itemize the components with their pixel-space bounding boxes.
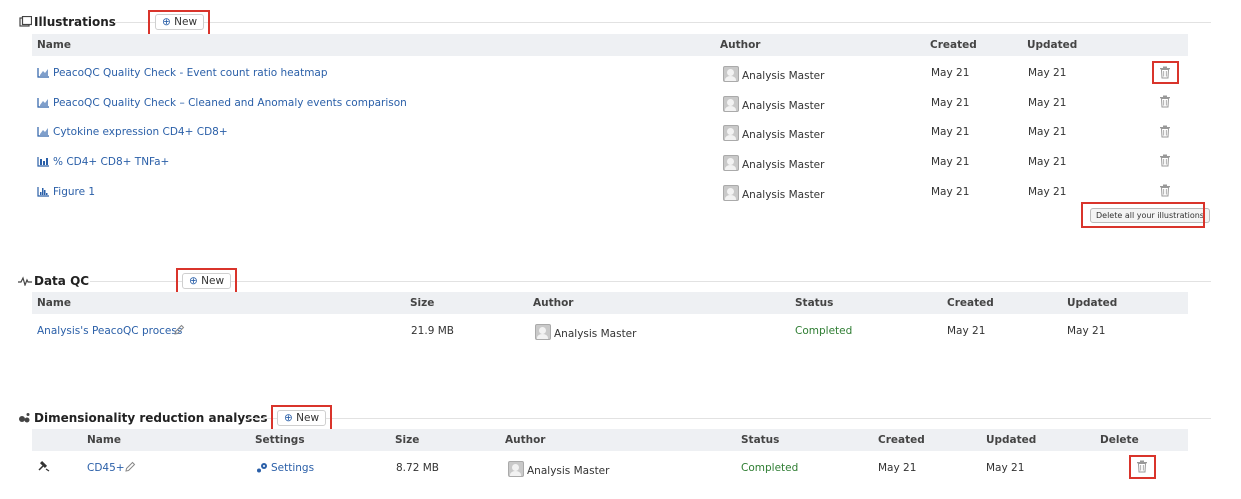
updated-cell: May 21 — [1028, 186, 1067, 198]
column-header-delete[interactable]: Delete — [1100, 434, 1139, 446]
size-cell: 8.72 MB — [396, 462, 439, 474]
trash-icon[interactable] — [1159, 184, 1173, 198]
avatar — [723, 155, 739, 171]
author-cell: Analysis Master — [723, 125, 824, 141]
gears-icon — [256, 462, 268, 476]
status-badge: Completed — [795, 325, 853, 337]
scatter-icon — [18, 412, 32, 427]
data-qc-title: Data QC — [34, 274, 90, 288]
avatar — [723, 96, 739, 112]
column-header-size[interactable]: Size — [395, 434, 419, 446]
column-header-created[interactable]: Created — [947, 297, 994, 309]
column-header-name[interactable]: Name — [87, 434, 121, 446]
illustration-link[interactable]: Cytokine expression CD4+ CD8+ — [37, 126, 228, 140]
area-chart-icon — [37, 126, 50, 140]
data-qc-link[interactable]: Analysis's PeacoQC process — [37, 325, 182, 337]
column-header-status[interactable]: Status — [795, 297, 833, 309]
highlight-new-dimred — [271, 405, 332, 431]
avatar — [723, 185, 739, 201]
highlight-delete-illustration — [1152, 61, 1179, 84]
column-header-name[interactable]: Name — [37, 297, 71, 309]
updated-cell: May 21 — [1028, 126, 1067, 138]
trash-icon[interactable] — [1159, 95, 1173, 109]
updated-cell: May 21 — [1028, 97, 1067, 109]
settings-link[interactable]: Settings — [256, 462, 314, 476]
pencil-icon[interactable] — [173, 324, 185, 339]
size-cell: 21.9 MB — [411, 325, 454, 337]
author-cell: Analysis Master — [723, 66, 824, 82]
pencil-icon[interactable] — [124, 461, 136, 476]
updated-cell: May 21 — [1028, 67, 1067, 79]
created-cell: May 21 — [947, 325, 986, 337]
author-cell: Analysis Master — [723, 185, 824, 201]
dimred-title: Dimensionality reduction analyses — [34, 411, 268, 425]
highlight-new-illustration — [148, 10, 210, 36]
illustration-link[interactable]: PeacoQC Quality Check - Event count rati… — [37, 67, 328, 81]
column-header-created[interactable]: Created — [930, 39, 977, 51]
data-qc-header-row: Name Size Author Status Created Updated — [32, 292, 1188, 314]
trash-icon[interactable] — [1159, 154, 1173, 168]
author-cell: Analysis Master — [723, 96, 824, 112]
satellite-icon — [37, 460, 51, 475]
column-header-settings[interactable]: Settings — [255, 434, 305, 446]
avatar — [723, 125, 739, 141]
column-header-status[interactable]: Status — [741, 434, 779, 446]
dimred-link[interactable]: CD45+ — [87, 462, 125, 474]
illustrations-icon — [19, 15, 33, 31]
illustration-link[interactable]: % CD4+ CD8+ TNFa+ — [37, 156, 169, 170]
column-header-updated[interactable]: Updated — [986, 434, 1036, 446]
highlight-new-data-qc — [176, 268, 237, 294]
created-cell: May 21 — [931, 126, 970, 138]
avatar — [723, 66, 739, 82]
author-cell: Analysis Master — [508, 461, 609, 477]
pulse-icon — [18, 276, 32, 289]
illustration-link[interactable]: PeacoQC Quality Check – Cleaned and Anom… — [37, 97, 407, 111]
updated-cell: May 21 — [1028, 156, 1067, 168]
author-cell: Analysis Master — [535, 324, 636, 340]
illustrations-header-row: Name Author Created Updated — [32, 34, 1188, 56]
updated-cell: May 21 — [986, 462, 1025, 474]
illustration-link[interactable]: Figure 1 — [37, 186, 95, 200]
avatar — [535, 324, 551, 340]
column-header-size[interactable]: Size — [410, 297, 434, 309]
histogram-icon — [37, 186, 50, 200]
bar-chart-icon — [37, 156, 50, 170]
updated-cell: May 21 — [1067, 325, 1106, 337]
column-header-name[interactable]: Name — [37, 39, 71, 51]
column-header-created[interactable]: Created — [878, 434, 925, 446]
created-cell: May 21 — [878, 462, 917, 474]
column-header-updated[interactable]: Updated — [1067, 297, 1117, 309]
column-header-author[interactable]: Author — [533, 297, 574, 309]
dimred-header-row: Name Settings Size Author Status Created… — [32, 429, 1188, 451]
created-cell: May 21 — [931, 156, 970, 168]
avatar — [508, 461, 524, 477]
created-cell: May 21 — [931, 186, 970, 198]
trash-icon[interactable] — [1159, 125, 1173, 139]
status-badge: Completed — [741, 462, 799, 474]
highlight-delete-all — [1081, 202, 1205, 228]
illustrations-title: Illustrations — [34, 15, 116, 29]
created-cell: May 21 — [931, 67, 970, 79]
area-chart-icon — [37, 97, 50, 111]
area-chart-icon — [37, 67, 50, 81]
column-header-updated[interactable]: Updated — [1027, 39, 1077, 51]
author-cell: Analysis Master — [723, 155, 824, 171]
highlight-delete-dimred — [1129, 455, 1156, 479]
created-cell: May 21 — [931, 97, 970, 109]
column-header-author[interactable]: Author — [505, 434, 546, 446]
column-header-author[interactable]: Author — [720, 39, 761, 51]
